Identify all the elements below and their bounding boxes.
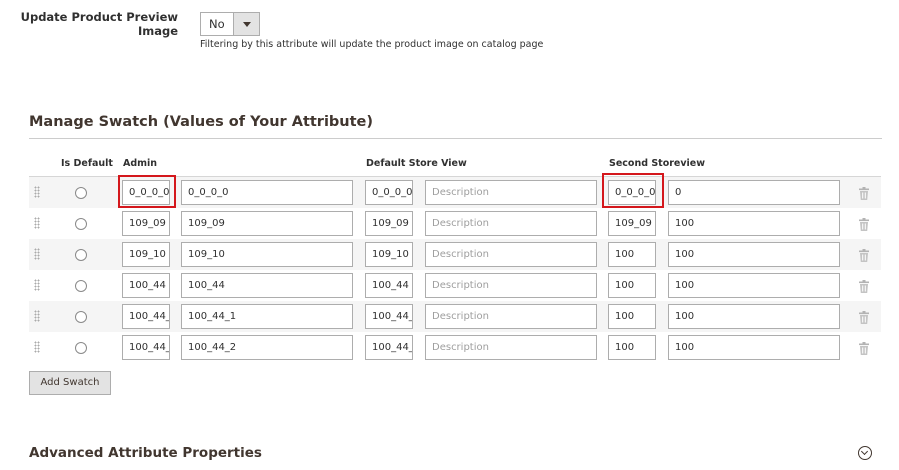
update-preview-image-select[interactable]: No (200, 12, 260, 36)
admin-label-input[interactable]: 109_10 (181, 242, 353, 267)
default-swatch-input[interactable]: 0_0_0_0 (365, 180, 413, 205)
admin-swatch-input[interactable]: 109_09 (122, 211, 170, 236)
admin-label-input[interactable]: 100_44 (181, 273, 353, 298)
admin-swatch-input[interactable]: 109_10 (122, 242, 170, 267)
trash-icon[interactable] (858, 249, 870, 262)
chevron-down-circle-icon[interactable] (858, 446, 872, 460)
chevron-down-icon[interactable] (233, 13, 259, 35)
default-description-input[interactable]: Description (425, 180, 597, 205)
is-default-radio[interactable] (75, 342, 87, 354)
drag-handle-icon[interactable] (34, 186, 40, 198)
second-label-input[interactable]: 100 (668, 304, 840, 329)
default-swatch-input[interactable]: 100_44_ (365, 335, 413, 360)
table-row: 100_44_ 100_44_1 100_44_ Description 100… (29, 301, 881, 332)
admin-label-input[interactable]: 109_09 (181, 211, 353, 236)
section-divider (29, 138, 882, 139)
admin-swatch-input[interactable]: 100_44_ (122, 335, 170, 360)
second-label-input[interactable]: 0 (668, 180, 840, 205)
manage-swatch-title: Manage Swatch (Values of Your Attribute) (29, 114, 374, 130)
default-description-input[interactable]: Description (425, 335, 597, 360)
col-header-is-default: Is Default (61, 158, 113, 169)
update-preview-image-note: Filtering by this attribute will update … (200, 39, 544, 50)
col-header-default-store-view: Default Store View (366, 158, 467, 169)
select-value: No (209, 17, 225, 31)
table-row: 100_44 100_44 100_44 Description 100 100 (29, 270, 881, 301)
second-swatch-input[interactable]: 100 (608, 273, 656, 298)
table-row: 109_10 109_10 109_10 Description 100 100 (29, 239, 881, 270)
admin-swatch-input[interactable]: 100_44_ (122, 304, 170, 329)
default-description-input[interactable]: Description (425, 273, 597, 298)
trash-icon[interactable] (858, 311, 870, 324)
default-swatch-input[interactable]: 109_09 (365, 211, 413, 236)
default-description-input[interactable]: Description (425, 211, 597, 236)
is-default-radio[interactable] (75, 187, 87, 199)
admin-label-input[interactable]: 100_44_2 (181, 335, 353, 360)
highlight-admin-swatch (118, 175, 176, 208)
trash-icon[interactable] (858, 342, 870, 355)
drag-handle-icon[interactable] (34, 310, 40, 322)
second-swatch-input[interactable]: 100 (608, 304, 656, 329)
table-row: 100_44_ 100_44_2 100_44_ Description 100… (29, 332, 881, 363)
drag-handle-icon[interactable] (34, 217, 40, 229)
second-label-input[interactable]: 100 (668, 273, 840, 298)
col-header-admin: Admin (123, 158, 158, 169)
advanced-properties-title[interactable]: Advanced Attribute Properties (29, 445, 262, 461)
drag-handle-icon[interactable] (34, 248, 40, 260)
default-description-input[interactable]: Description (425, 304, 597, 329)
update-preview-image-label: Update Product Preview Image (20, 10, 178, 38)
default-swatch-input[interactable]: 100_44 (365, 273, 413, 298)
default-swatch-input[interactable]: 109_10 (365, 242, 413, 267)
col-header-second-storeview: Second Storeview (609, 158, 706, 169)
trash-icon[interactable] (858, 280, 870, 293)
second-label-input[interactable]: 100 (668, 242, 840, 267)
table-row: 109_09 109_09 109_09 Description 109_09 … (29, 208, 881, 239)
is-default-radio[interactable] (75, 280, 87, 292)
second-swatch-input[interactable]: 100 (608, 335, 656, 360)
default-swatch-input[interactable]: 100_44_ (365, 304, 413, 329)
second-swatch-input[interactable]: 100 (608, 242, 656, 267)
trash-icon[interactable] (858, 218, 870, 231)
add-swatch-button[interactable]: Add Swatch (29, 371, 111, 395)
drag-handle-icon[interactable] (34, 279, 40, 291)
admin-label-input[interactable]: 0_0_0_0 (181, 180, 353, 205)
is-default-radio[interactable] (75, 249, 87, 261)
admin-swatch-input[interactable]: 100_44 (122, 273, 170, 298)
second-swatch-input[interactable]: 109_09 (608, 211, 656, 236)
second-label-input[interactable]: 100 (668, 335, 840, 360)
highlight-second-swatch (602, 173, 664, 208)
is-default-radio[interactable] (75, 218, 87, 230)
is-default-radio[interactable] (75, 311, 87, 323)
second-label-input[interactable]: 100 (668, 211, 840, 236)
trash-icon[interactable] (858, 187, 870, 200)
drag-handle-icon[interactable] (34, 341, 40, 353)
default-description-input[interactable]: Description (425, 242, 597, 267)
admin-label-input[interactable]: 100_44_1 (181, 304, 353, 329)
